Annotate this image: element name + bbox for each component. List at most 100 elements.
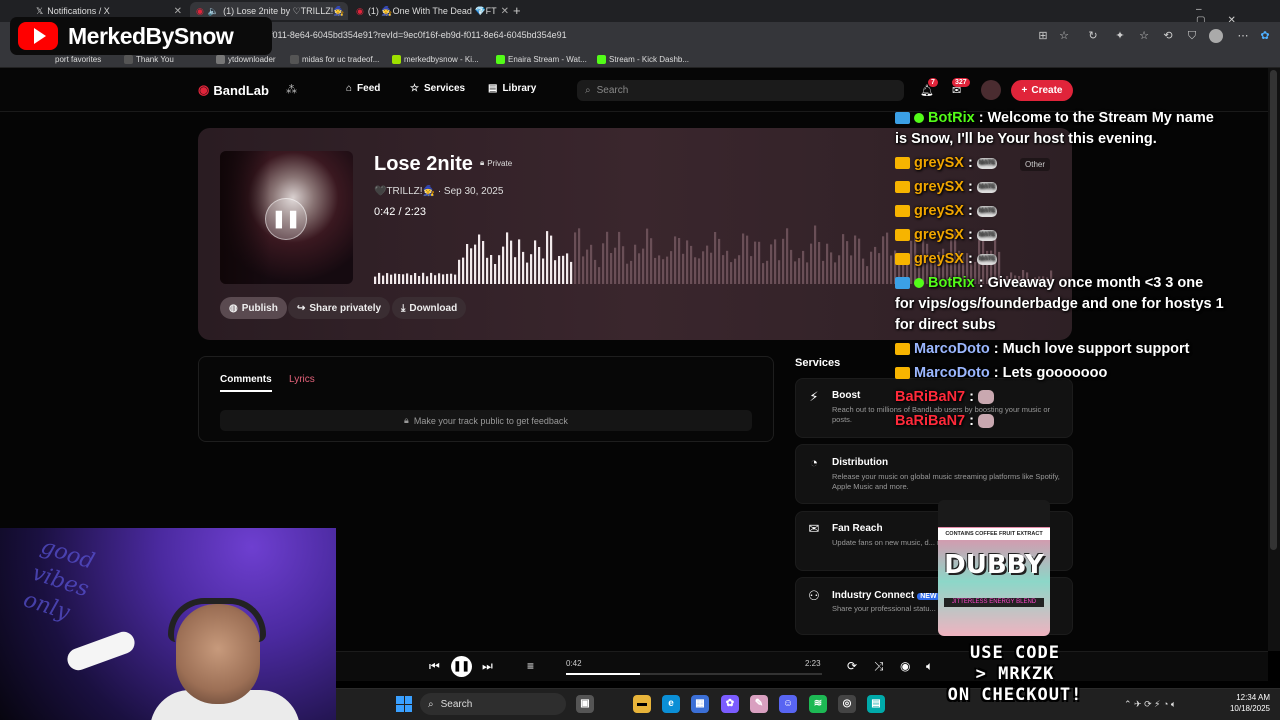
avatar[interactable] bbox=[981, 80, 1001, 100]
player-pause-button[interactable]: ❚❚ bbox=[451, 656, 472, 677]
waveform-bar bbox=[606, 231, 609, 284]
share-privately-button[interactable]: ↪ Share privately bbox=[288, 297, 391, 319]
new-tab-icon[interactable]: + bbox=[513, 3, 521, 18]
download-button[interactable]: ⤓ Download bbox=[392, 297, 467, 319]
bandlab-logo[interactable]: ◉ BandLab bbox=[198, 82, 269, 98]
player-current-time: 0:42 bbox=[566, 659, 582, 668]
shield-icon[interactable]: ⛉ bbox=[1185, 29, 1199, 43]
kick-icon bbox=[392, 54, 401, 64]
waveform-bar bbox=[582, 256, 585, 284]
app-icon[interactable]: ✎ bbox=[750, 695, 768, 713]
search-input[interactable]: ⌕ Search bbox=[577, 80, 904, 101]
nav-feed[interactable]: ⌂ Feed bbox=[346, 83, 380, 94]
bookmark-item[interactable]: Stream - Kick Dashb... bbox=[597, 52, 689, 66]
waveform-bar bbox=[842, 234, 845, 284]
bookmark-item[interactable]: merkedbysnow - Ki... bbox=[392, 52, 479, 66]
task-view-icon[interactable]: ▣ bbox=[576, 695, 594, 713]
extensions-icon[interactable]: ✦ bbox=[1113, 29, 1127, 43]
shuffle-icon[interactable]: ⤨ bbox=[874, 659, 884, 674]
waveform-bar bbox=[734, 258, 737, 284]
chat-username: greySX bbox=[914, 251, 964, 267]
new-badge: NEW bbox=[917, 593, 940, 600]
next-icon[interactable]: ⏭︎ bbox=[482, 659, 493, 674]
chat-emote: MATE bbox=[976, 157, 997, 169]
waveform-bar bbox=[798, 258, 801, 284]
chat-username: BaRiBaN7 bbox=[895, 413, 966, 429]
spotify-icon[interactable]: ≋ bbox=[809, 695, 827, 713]
bookmark-item[interactable]: midas for uc tradeof... bbox=[290, 52, 379, 66]
bookmark-item[interactable]: Enaira Stream - Wat... bbox=[496, 52, 587, 66]
copilot-icon[interactable]: ✿ bbox=[721, 695, 739, 713]
profile-avatar[interactable] bbox=[1209, 29, 1223, 43]
taskbar-search[interactable]: ⌕ Search bbox=[420, 693, 566, 715]
copilot-icon[interactable]: ✿ bbox=[1258, 29, 1272, 43]
taskbar-clock[interactable]: 12:34 AM 10/18/2025 bbox=[1224, 692, 1270, 714]
cast-icon[interactable]: ◉ bbox=[900, 659, 910, 673]
app-icon[interactable]: ▤ bbox=[867, 695, 885, 713]
lock-icon: 🔒︎ bbox=[480, 158, 485, 167]
track-date: · Sep 30, 2025 bbox=[437, 186, 504, 197]
waveform-bar bbox=[562, 255, 565, 284]
waveform-bar bbox=[518, 239, 521, 284]
waveform-bar bbox=[618, 231, 621, 284]
create-label: Create bbox=[1031, 85, 1063, 96]
app-icon[interactable]: ⊞ bbox=[1036, 29, 1050, 43]
close-icon[interactable]: ✕ bbox=[501, 6, 508, 17]
publish-button[interactable]: ◍ Publish bbox=[220, 297, 287, 319]
waveform-bar bbox=[662, 259, 665, 284]
tab-comments[interactable]: Comments bbox=[220, 374, 272, 392]
waveform-bar bbox=[550, 235, 553, 284]
crown-badge-icon bbox=[895, 181, 910, 194]
previous-icon[interactable]: ⏮︎ bbox=[429, 659, 440, 674]
waveform-bar bbox=[634, 244, 637, 284]
waveform-bar bbox=[574, 232, 577, 284]
close-icon[interactable]: ✕ bbox=[174, 6, 182, 17]
duration: / 2:23 bbox=[398, 206, 427, 218]
tab-one-with-the-dead[interactable]: ◉ (1) 🧙One With The Dead 💎FT ✕ bbox=[350, 2, 508, 20]
waveform-bar bbox=[414, 273, 417, 284]
waveform-bar bbox=[506, 232, 509, 284]
store-icon[interactable]: ▦ bbox=[691, 695, 709, 713]
nav-library[interactable]: ▤ Library bbox=[488, 83, 536, 94]
waveform-bar bbox=[502, 246, 505, 284]
waveform-bar bbox=[378, 272, 381, 284]
track-time: 0:42 / 2:23 bbox=[374, 206, 426, 218]
repeat-icon[interactable]: ⟳ bbox=[847, 659, 857, 673]
obs-icon[interactable]: ◎ bbox=[838, 695, 856, 713]
waveform-bar bbox=[818, 242, 821, 284]
star-icon[interactable]: ☆ bbox=[1057, 29, 1071, 43]
pause-button[interactable]: ❚❚ bbox=[265, 198, 307, 240]
notification-badge: 7 bbox=[928, 78, 938, 87]
favorites-icon[interactable]: ☆ bbox=[1137, 29, 1151, 43]
scrollbar-thumb[interactable] bbox=[1270, 70, 1277, 550]
waveform-bar bbox=[534, 240, 537, 284]
promo-line: ON CHECKOUT! bbox=[947, 685, 1083, 705]
bookmark-label: Enaira Stream - Wat... bbox=[508, 54, 587, 64]
tab-lyrics[interactable]: Lyrics bbox=[289, 374, 315, 385]
bandlab-icon: ◉ bbox=[196, 5, 204, 16]
service-name: Fan Reach bbox=[832, 523, 883, 534]
nav-services[interactable]: ☆ Services bbox=[410, 83, 465, 94]
file-explorer-icon[interactable]: ▬ bbox=[633, 695, 651, 713]
discord-icon[interactable]: ☺ bbox=[779, 695, 797, 713]
refresh-icon[interactable]: ↻ bbox=[1086, 29, 1100, 43]
download-icon: ⤓ bbox=[401, 302, 406, 314]
more-icon[interactable]: ⋯ bbox=[1236, 29, 1250, 43]
player-progress-fill bbox=[566, 673, 640, 675]
windows-start-icon[interactable] bbox=[396, 696, 412, 712]
promo-code-text: USE CODE > MRKZK ON CHECKOUT! bbox=[912, 643, 1118, 706]
apps-grid-icon[interactable]: ⁂ bbox=[286, 83, 297, 96]
search-icon: ⌕ bbox=[428, 698, 434, 710]
artist-link[interactable]: 🖤TRILLZ!🧙 bbox=[374, 186, 435, 197]
queue-icon[interactable]: ≡ bbox=[527, 659, 534, 673]
tray-icons[interactable]: ⌃ ✈ ⟳ ⚡︎ ◔ 🔈︎ bbox=[1124, 699, 1176, 710]
chat-message: BotRix : Welcome to the Stream My name i… bbox=[895, 108, 1225, 150]
globe-icon bbox=[290, 54, 299, 64]
edge-icon[interactable]: e bbox=[662, 695, 680, 713]
history-icon[interactable]: ⟲ bbox=[1161, 29, 1175, 43]
create-button[interactable]: + Create bbox=[1011, 80, 1073, 101]
chat-emote: MATE bbox=[976, 181, 997, 193]
chat-message: BaRiBaN7 : bbox=[895, 387, 1225, 408]
waveform-bar bbox=[462, 257, 465, 284]
url-field[interactable]: f011-8e64-6045bd354e91?revId=9ec0f16f-eb… bbox=[262, 26, 1022, 45]
